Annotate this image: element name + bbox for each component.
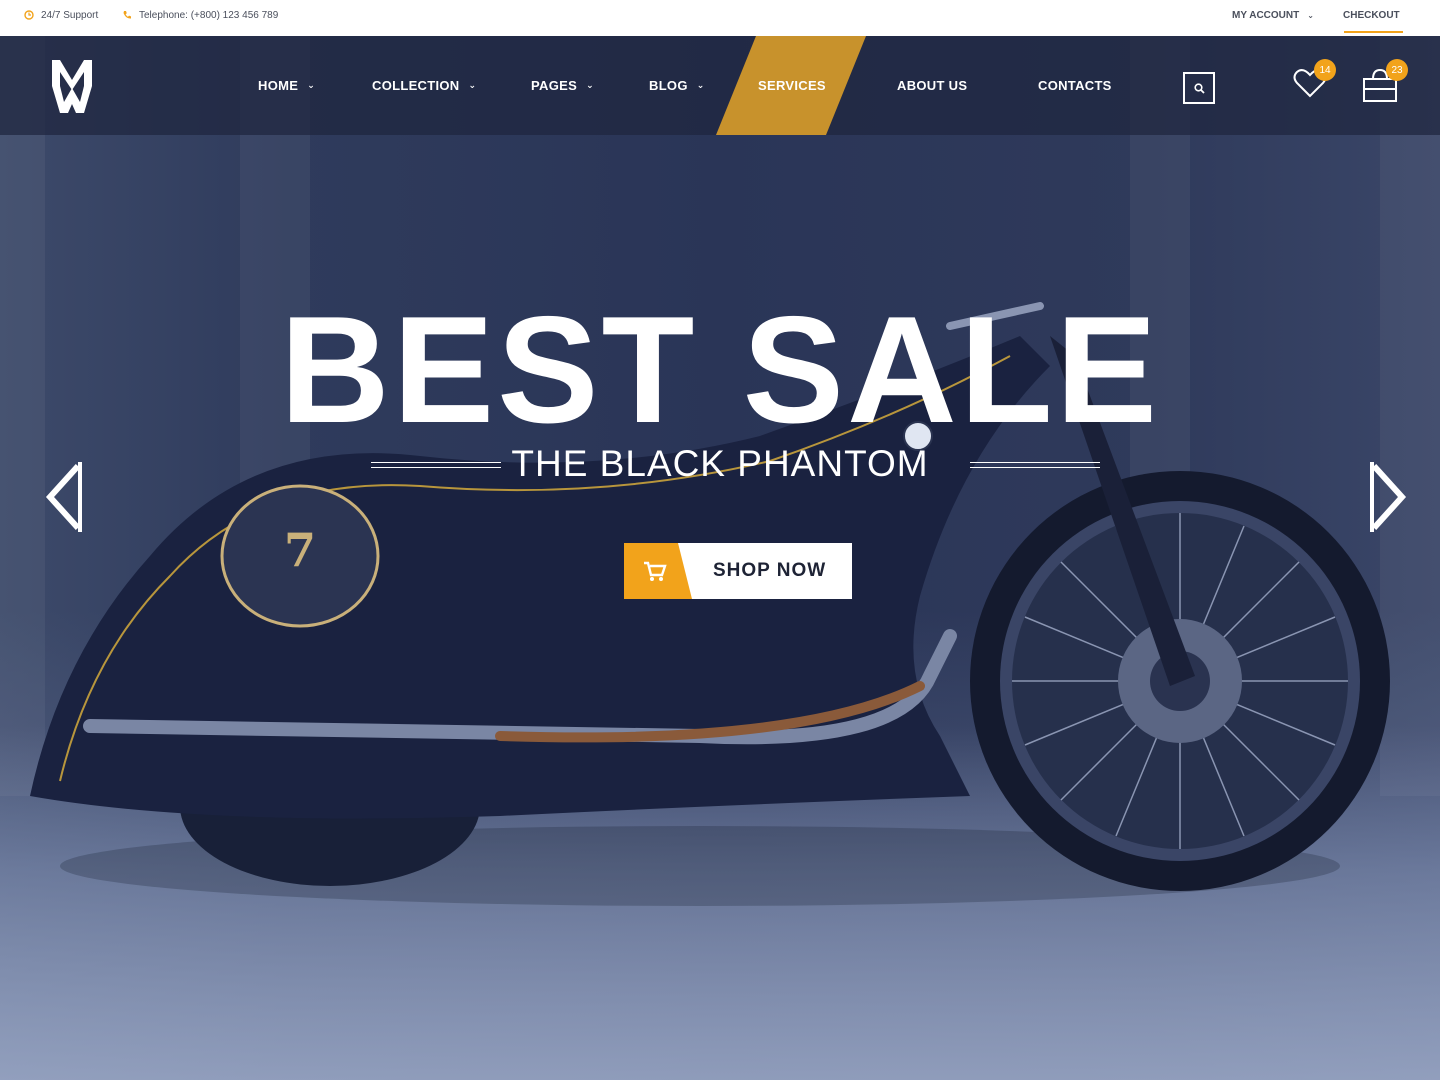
support-info: 24/7 Support bbox=[24, 0, 98, 30]
arrow-left-icon[interactable] bbox=[42, 462, 84, 532]
nav-blog[interactable]: BLOG ⌄ bbox=[649, 74, 705, 96]
checkout-link[interactable]: CHECKOUT bbox=[1343, 0, 1400, 30]
hero-subtitle-block: THE BLACK PHANTOM bbox=[0, 443, 1440, 487]
cart-count-badge: 23 bbox=[1386, 59, 1408, 81]
nav-contacts[interactable]: CONTACTS bbox=[1038, 74, 1112, 96]
clock-icon bbox=[24, 10, 34, 20]
nav-pages[interactable]: PAGES ⌄ bbox=[531, 74, 594, 96]
nav-blog-label: BLOG bbox=[649, 77, 688, 93]
nav-contacts-label: CONTACTS bbox=[1038, 77, 1112, 93]
phone-text: Telephone: (+800) 123 456 789 bbox=[139, 9, 279, 21]
nav-collection[interactable]: COLLECTION ⌄ bbox=[372, 74, 476, 96]
nav-about-us[interactable]: ABOUT US bbox=[897, 74, 967, 96]
chevron-down-icon: ⌄ bbox=[307, 79, 316, 90]
main-navigation: HOME ⌄ COLLECTION ⌄ PAGES ⌄ BLOG ⌄ SERVI… bbox=[0, 36, 1440, 135]
wishlist-count-badge: 14 bbox=[1314, 59, 1336, 81]
nav-about-label: ABOUT US bbox=[897, 77, 968, 93]
my-account-label: MY ACCOUNT bbox=[1232, 9, 1300, 21]
chevron-down-icon: ⌄ bbox=[586, 79, 594, 90]
nav-home-label: HOME bbox=[258, 77, 299, 93]
shop-now-label: SHOP NOW bbox=[713, 560, 827, 581]
my-account-menu[interactable]: MY ACCOUNT ⌄ bbox=[1232, 0, 1314, 30]
chevron-down-icon: ⌄ bbox=[468, 79, 477, 90]
nav-services[interactable]: SERVICES bbox=[758, 74, 826, 96]
brand-logo[interactable] bbox=[50, 58, 95, 115]
nav-collection-label: COLLECTION bbox=[372, 77, 460, 93]
support-text: 24/7 Support bbox=[41, 9, 99, 21]
shop-now-button[interactable]: SHOP NOW bbox=[624, 543, 852, 599]
checkout-underline bbox=[1344, 31, 1403, 33]
chevron-down-icon: ⌄ bbox=[696, 79, 705, 90]
hero-title: BEST SALE bbox=[280, 285, 1160, 455]
nav-home[interactable]: HOME ⌄ bbox=[258, 74, 315, 96]
nav-services-label: SERVICES bbox=[758, 77, 826, 93]
phone-icon bbox=[123, 11, 131, 19]
chevron-down-icon: ⌄ bbox=[1307, 10, 1314, 20]
svg-text:7: 7 bbox=[284, 523, 316, 577]
search-button[interactable] bbox=[1183, 72, 1215, 104]
cart-icon bbox=[624, 543, 692, 599]
arrow-right-icon[interactable] bbox=[1368, 462, 1410, 532]
checkout-label: CHECKOUT bbox=[1343, 9, 1400, 21]
phone-info: Telephone: (+800) 123 456 789 bbox=[122, 0, 278, 30]
top-utility-bar: 24/7 Support Telephone: (+800) 123 456 7… bbox=[0, 0, 1440, 36]
search-icon bbox=[1193, 82, 1205, 94]
nav-pages-label: PAGES bbox=[531, 77, 578, 93]
hero-subtitle: THE BLACK PHANTOM bbox=[511, 443, 929, 484]
